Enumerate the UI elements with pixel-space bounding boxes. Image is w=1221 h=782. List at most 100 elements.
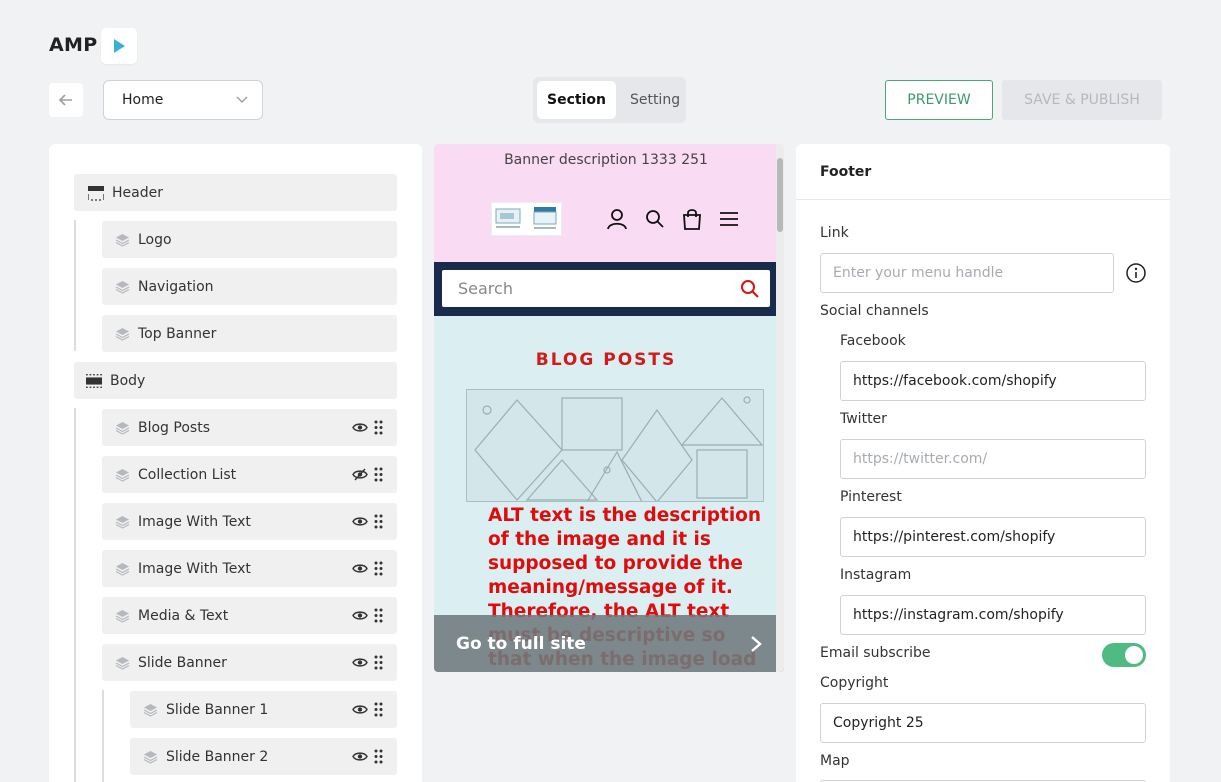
- eye-icon[interactable]: [352, 610, 368, 621]
- preview-scrollbar[interactable]: [776, 144, 784, 672]
- twitter-label: Twitter: [840, 411, 887, 427]
- email-subscribe-toggle[interactable]: [1102, 643, 1146, 667]
- tree-connector: [74, 408, 76, 782]
- block-label: Slide Banner 1: [166, 701, 269, 718]
- block-slide-banner[interactable]: Slide Banner: [102, 644, 397, 681]
- tab-setting[interactable]: Setting: [620, 81, 690, 119]
- toggle-knob: [1125, 646, 1143, 664]
- app-brand: AMP: [49, 34, 98, 56]
- block-label: Slide Banner 2: [166, 748, 269, 765]
- body-layout-icon: [86, 373, 102, 389]
- preview-button[interactable]: PREVIEW: [885, 80, 993, 120]
- preview-blog-image[interactable]: [466, 389, 764, 502]
- preview-search-input[interactable]: Search: [442, 270, 770, 307]
- layers-icon: [114, 514, 130, 530]
- block-label: Collection List: [138, 466, 237, 483]
- pinterest-label: Pinterest: [840, 489, 902, 505]
- block-image-with-text[interactable]: Image With Text: [102, 550, 397, 587]
- email-subscribe-label: Email subscribe: [820, 645, 931, 661]
- drag-handle-icon[interactable]: [374, 561, 383, 576]
- cart-icon[interactable]: [682, 208, 702, 230]
- block-label: Image With Text: [138, 513, 251, 530]
- eye-icon[interactable]: [352, 751, 368, 762]
- chevron-down-icon: [236, 96, 248, 103]
- chevron-right-icon: [751, 635, 762, 652]
- block-top-banner[interactable]: Top Banner: [102, 315, 397, 352]
- go-to-full-site-label: Go to full site: [456, 633, 586, 654]
- tab-section[interactable]: Section: [537, 81, 616, 119]
- go-to-full-site-bar[interactable]: Go to full site: [434, 615, 784, 672]
- back-button[interactable]: [49, 83, 83, 117]
- block-label: Image With Text: [138, 560, 251, 577]
- drag-handle-icon[interactable]: [374, 702, 383, 717]
- eye-icon[interactable]: [352, 516, 368, 527]
- section-header[interactable]: Header: [74, 174, 397, 211]
- preview-search-bar: Search: [434, 262, 784, 316]
- instagram-label: Instagram: [840, 567, 912, 583]
- arrow-left-icon: [58, 94, 72, 106]
- page-select[interactable]: Home: [103, 80, 263, 120]
- eye-icon[interactable]: [352, 563, 368, 574]
- link-label: Link: [820, 225, 849, 241]
- block-logo[interactable]: Logo: [102, 221, 397, 258]
- block-label: Top Banner: [138, 325, 217, 342]
- section-body[interactable]: Body: [74, 362, 397, 399]
- preview-blog-title: BLOG POSTS: [535, 350, 677, 370]
- tree-connector: [74, 220, 76, 351]
- block-label: Navigation: [138, 278, 214, 295]
- eye-icon[interactable]: [352, 704, 368, 715]
- block-label: Slide Banner: [138, 654, 227, 671]
- instagram-input[interactable]: https://instagram.com/shopify: [840, 595, 1146, 635]
- map-label: Map: [820, 753, 850, 769]
- menu-icon[interactable]: [719, 211, 739, 227]
- layers-icon: [114, 561, 130, 577]
- layers-icon: [142, 749, 158, 765]
- block-slide-banner-2[interactable]: Slide Banner 2: [130, 738, 397, 775]
- eye-icon[interactable]: [352, 657, 368, 668]
- twitter-input[interactable]: https://twitter.com/: [840, 439, 1146, 479]
- eye-icon[interactable]: [352, 422, 368, 433]
- copyright-label: Copyright: [820, 675, 889, 691]
- block-media-text[interactable]: Media & Text: [102, 597, 397, 634]
- block-collection-list[interactable]: Collection List: [102, 456, 397, 493]
- copyright-input[interactable]: Copyright 25: [820, 703, 1146, 743]
- social-channels-label: Social channels: [820, 303, 929, 319]
- block-blog-posts[interactable]: Blog Posts: [102, 409, 397, 446]
- save-publish-button[interactable]: SAVE & PUBLISH: [1002, 80, 1162, 120]
- section-label: Body: [110, 372, 146, 389]
- block-label: Logo: [138, 231, 172, 248]
- search-icon[interactable]: [645, 209, 665, 229]
- section-label: Header: [112, 184, 163, 201]
- block-label: Blog Posts: [138, 419, 210, 436]
- mobile-preview[interactable]: Banner description 1333 251 Search BLOG …: [434, 144, 784, 672]
- block-navigation[interactable]: Navigation: [102, 268, 397, 305]
- play-icon[interactable]: [101, 28, 137, 64]
- drag-handle-icon[interactable]: [374, 420, 383, 435]
- facebook-label: Facebook: [840, 333, 906, 349]
- block-slide-banner-1[interactable]: Slide Banner 1: [130, 691, 397, 728]
- layers-icon: [114, 608, 130, 624]
- preview-logo[interactable]: [491, 202, 562, 236]
- drag-handle-icon[interactable]: [374, 655, 383, 670]
- facebook-input[interactable]: https://facebook.com/shopify: [840, 361, 1146, 401]
- pinterest-input[interactable]: https://pinterest.com/shopify: [840, 517, 1146, 557]
- search-placeholder: Search: [458, 279, 513, 298]
- layers-icon: [114, 420, 130, 436]
- eye-off-icon[interactable]: [352, 468, 368, 481]
- preview-nav-icons: [606, 208, 739, 230]
- info-icon[interactable]: [1126, 263, 1146, 283]
- block-image-with-text[interactable]: Image With Text: [102, 503, 397, 540]
- drag-handle-icon[interactable]: [374, 749, 383, 764]
- drag-handle-icon[interactable]: [374, 514, 383, 529]
- block-label: Media & Text: [138, 607, 229, 624]
- sections-panel: Header Logo Navigation Top Banner Body B…: [49, 144, 422, 782]
- settings-title: Footer: [796, 144, 1170, 200]
- search-icon[interactable]: [740, 279, 760, 299]
- settings-panel: Footer Link Enter your menu handle Socia…: [796, 144, 1170, 782]
- link-input[interactable]: Enter your menu handle: [820, 253, 1114, 293]
- preview-scroll-thumb[interactable]: [777, 158, 783, 232]
- user-icon[interactable]: [606, 208, 628, 230]
- drag-handle-icon[interactable]: [374, 608, 383, 623]
- drag-handle-icon[interactable]: [374, 467, 383, 482]
- layers-icon: [114, 655, 130, 671]
